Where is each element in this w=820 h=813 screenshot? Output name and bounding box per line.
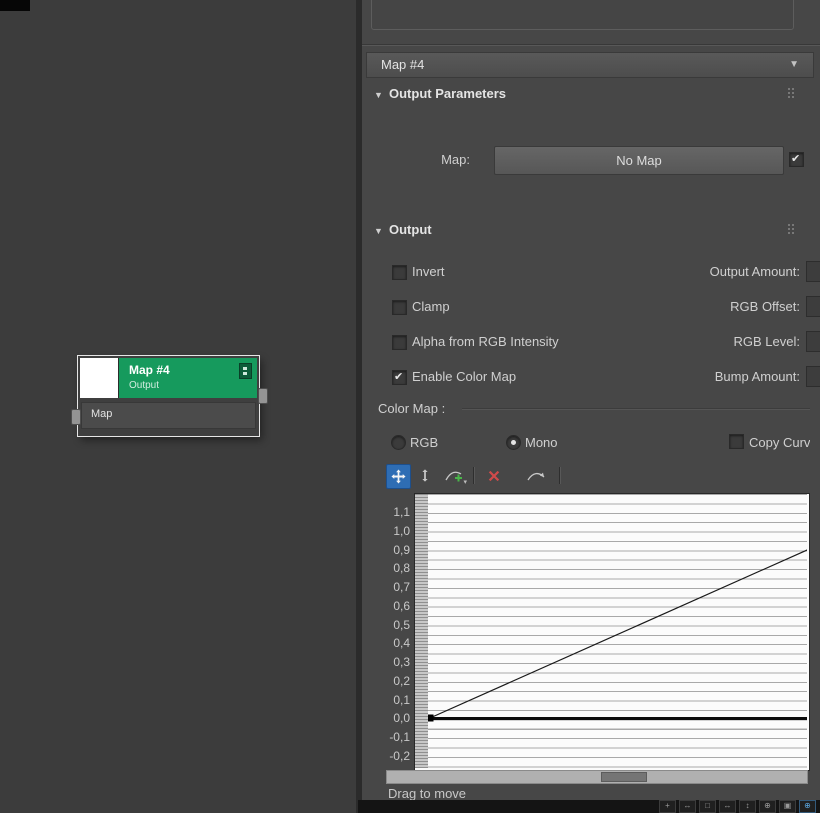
status-bar-icons: + ↔ □ ↔ ↕ ⊕ ▣ ⊕ — [358, 800, 820, 813]
curve-point-handle[interactable] — [428, 714, 434, 722]
zoom-icon[interactable]: ⊕ — [759, 800, 776, 813]
zoom-curve-icon[interactable]: ⊕ — [799, 800, 816, 813]
y-axis-label: 0,2 — [393, 673, 410, 688]
rollout-grip[interactable] — [788, 224, 796, 236]
y-axis-label: 0,6 — [393, 598, 410, 613]
rollout-title-output-parameters[interactable]: Output Parameters — [389, 86, 506, 101]
map-label: Map: — [441, 152, 470, 167]
bump-amount-field[interactable] — [806, 366, 820, 387]
map-slot-button-label: No Map — [616, 153, 662, 168]
invert-checkbox[interactable] — [392, 265, 407, 280]
rgb-radio-label: RGB — [410, 435, 439, 450]
curve-line[interactable] — [429, 530, 807, 719]
node-input-socket[interactable] — [71, 409, 81, 425]
rgb-level-field[interactable] — [806, 331, 820, 352]
y-axis-label: -0,2 — [389, 749, 410, 763]
curve-horizontal-scrollbar[interactable] — [386, 770, 808, 784]
enable-color-map-label: Enable Color Map — [412, 369, 517, 384]
clamp-checkbox[interactable] — [392, 300, 407, 315]
rgb-offset-label: RGB Offset: — [730, 299, 800, 314]
node-header[interactable]: Map #4 Output — [119, 358, 257, 398]
rgb-radio[interactable] — [391, 435, 406, 450]
chevron-down-icon[interactable]: ▼ — [789, 53, 799, 77]
node-editor-canvas[interactable]: Map #4 Output Map — [0, 0, 356, 813]
add-point-flyout-icon[interactable]: ▾ — [463, 479, 467, 486]
rgb-level-label: RGB Level: — [733, 334, 800, 349]
material-selector-dropdown[interactable]: Map #4 ▼ — [366, 52, 814, 78]
node-collapse-button[interactable] — [239, 363, 252, 379]
add-point-icon — [445, 471, 462, 481]
rollout-title-output[interactable]: Output — [389, 222, 432, 237]
toolbar-separator — [473, 467, 475, 484]
pan-icon[interactable]: + — [659, 800, 676, 813]
y-axis-label: 0,8 — [393, 561, 410, 576]
divider — [362, 45, 820, 46]
alpha-from-rgb-checkbox[interactable] — [392, 335, 407, 350]
curve-plot[interactable] — [428, 494, 807, 768]
zoom-extents-horizontal-icon[interactable]: ↔ — [679, 800, 696, 813]
toolbar-separator — [559, 467, 561, 484]
color-map-group-label: Color Map : — [378, 401, 446, 416]
previous-rollout-fragment — [371, 0, 794, 30]
rollout-grip[interactable] — [788, 88, 796, 100]
reset-curves-icon — [527, 472, 545, 480]
delete-icon — [488, 470, 500, 481]
y-axis-label: 0,5 — [393, 617, 410, 632]
map-enable-checkbox[interactable] — [789, 152, 804, 167]
node-slot-row[interactable]: Map — [81, 402, 256, 429]
move-icon — [391, 469, 406, 484]
y-axis-label: 0,3 — [393, 655, 410, 670]
material-selector-value: Map #4 — [381, 57, 425, 72]
alpha-from-rgb-label: Alpha from RGB Intensity — [412, 334, 559, 349]
delete-point-button[interactable] — [482, 464, 506, 487]
y-axis-label: 1,1 — [393, 505, 410, 519]
output-amount-field[interactable] — [806, 261, 820, 282]
y-axis-label: 0,9 — [393, 542, 410, 557]
zoom-vertical-icon[interactable]: ↕ — [739, 800, 756, 813]
y-axis-label: 0,4 — [393, 636, 410, 651]
canvas-corner-fragment — [0, 0, 30, 11]
map-slot-button[interactable]: No Map — [494, 146, 784, 175]
map-node[interactable]: Map #4 Output Map — [78, 356, 259, 436]
zoom-horizontal-icon[interactable]: ↔ — [719, 800, 736, 813]
zoom-extents-icon[interactable]: □ — [699, 800, 716, 813]
clamp-label: Clamp — [412, 299, 450, 314]
add-point-button[interactable]: ▾ — [440, 464, 468, 487]
mono-radio[interactable] — [506, 435, 521, 450]
mono-radio-label: Mono — [525, 435, 558, 450]
rollout-collapse-icon[interactable]: ▼ — [374, 90, 383, 100]
y-axis-label: -0,1 — [389, 730, 410, 745]
application-window: Map #4 Output Map Map #4 ▼ ▼ Output Para… — [0, 0, 820, 813]
zoom-region-icon[interactable]: ▣ — [779, 800, 796, 813]
curve-y-axis: 1,1 1,0 0,9 0,8 0,7 0,6 0,5 0,4 0,3 0,2 0,1 0,0 -0,1… — [382, 495, 412, 768]
curve-ruler-strip[interactable] — [415, 494, 428, 768]
enable-color-map-checkbox[interactable] — [392, 370, 407, 385]
y-axis-label: 0,0 — [393, 711, 410, 726]
reset-curves-button[interactable] — [520, 464, 552, 487]
node-slot-label: Map — [91, 408, 113, 420]
copy-curve-points-checkbox[interactable] — [729, 434, 744, 449]
invert-label: Invert — [412, 264, 445, 279]
curve-hint-text: Drag to move — [388, 786, 467, 801]
node-output-socket[interactable] — [258, 388, 268, 404]
y-axis-label: 0,7 — [393, 580, 410, 595]
scale-point-button[interactable] — [413, 464, 437, 487]
rollout-collapse-icon[interactable]: ▼ — [374, 226, 383, 236]
rgb-offset-field[interactable] — [806, 296, 820, 317]
node-subtitle: Output — [129, 380, 160, 391]
scale-point-icon — [422, 469, 428, 482]
group-box-line — [462, 408, 810, 410]
move-point-button[interactable] — [386, 464, 411, 489]
node-title: Map #4 — [129, 363, 170, 377]
copy-curve-points-label: Copy Curv — [749, 435, 811, 450]
y-axis-label: 0,1 — [393, 692, 410, 707]
output-amount-label: Output Amount: — [709, 264, 800, 279]
bump-amount-label: Bump Amount: — [714, 369, 800, 384]
node-preview-swatch[interactable] — [80, 358, 119, 398]
y-axis-label: 1,0 — [393, 523, 410, 538]
scrollbar-thumb[interactable] — [601, 772, 647, 782]
